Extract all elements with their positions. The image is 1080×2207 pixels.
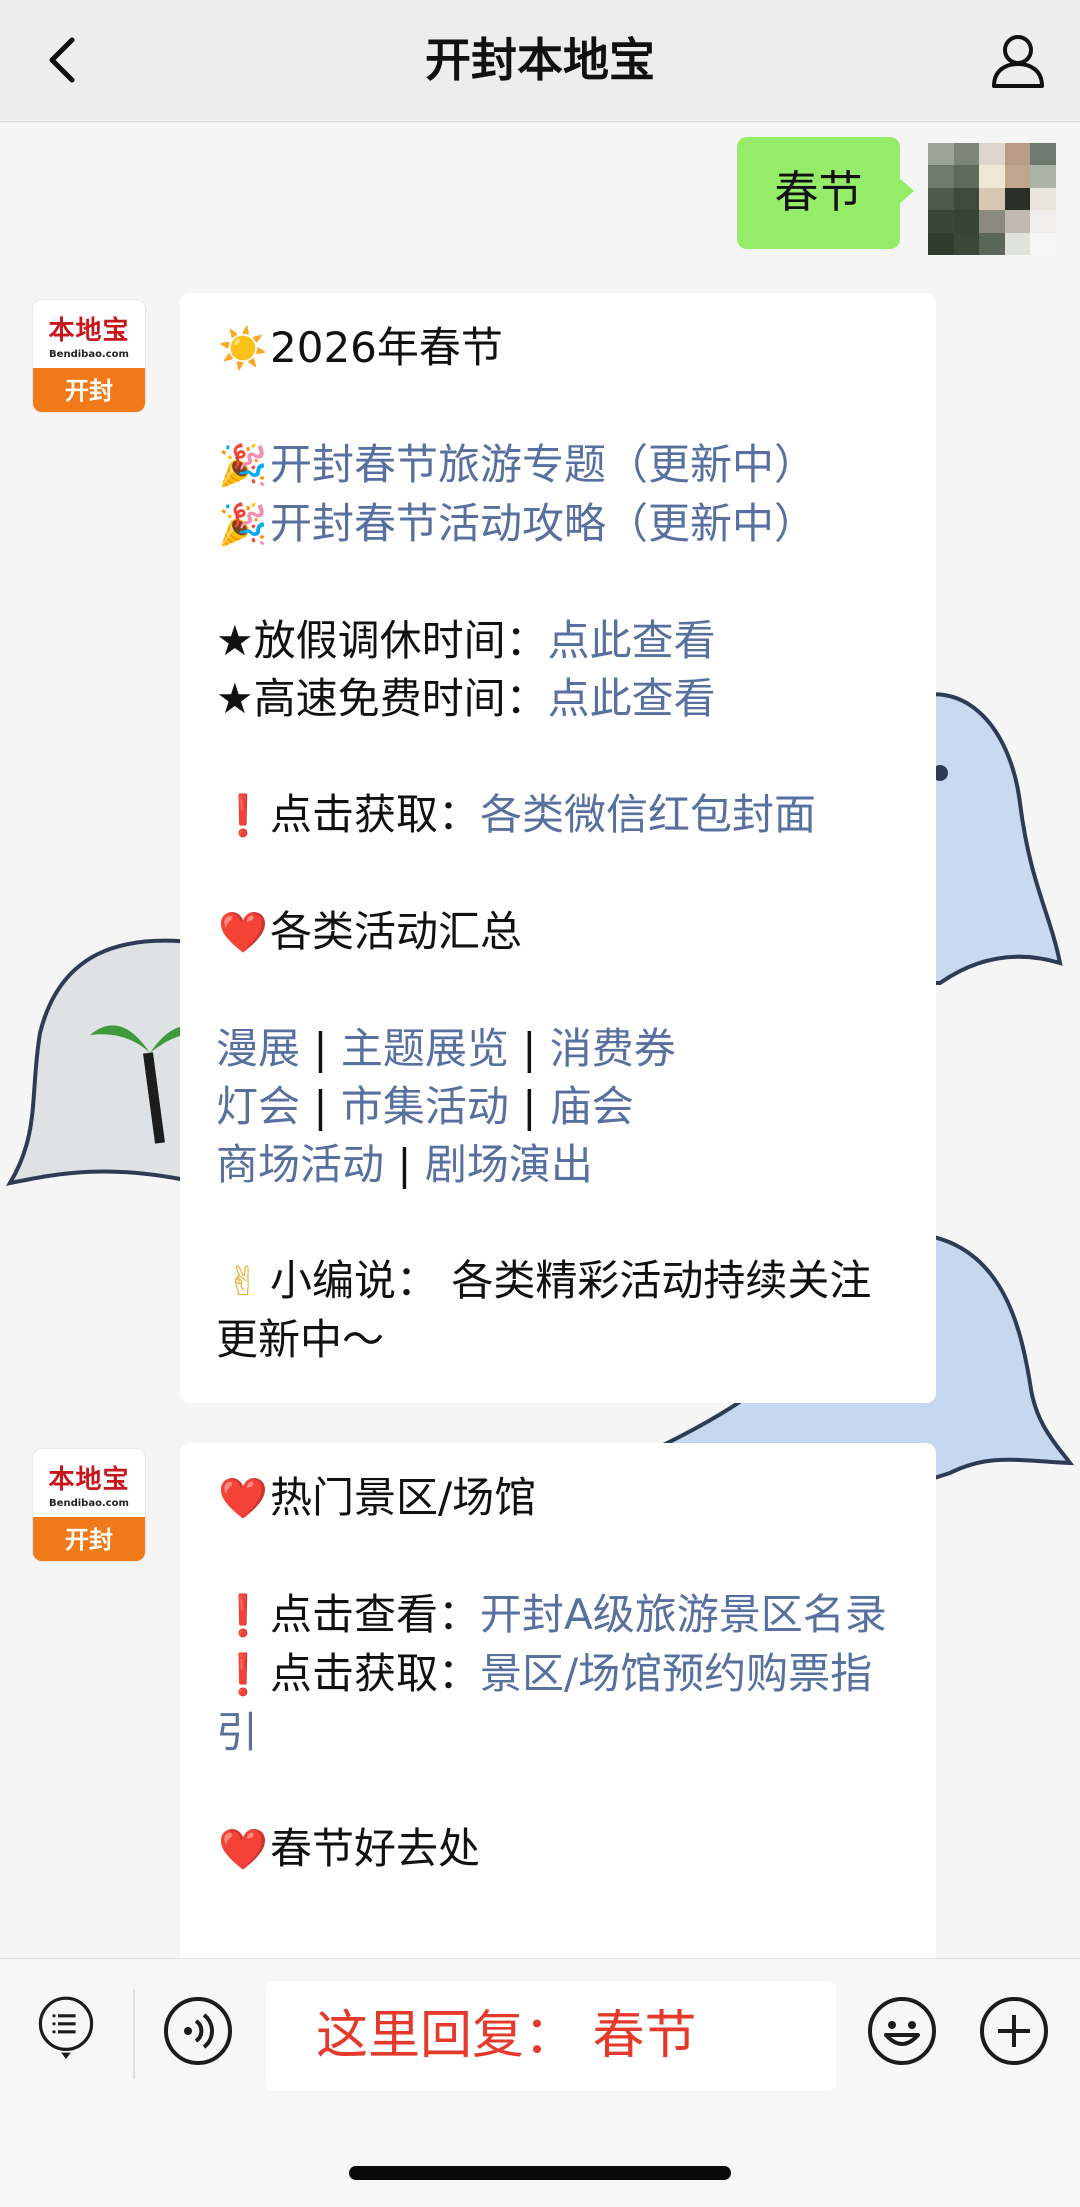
official-account-avatar[interactable]: 本地宝 Bendibao.com 开封: [32, 1448, 146, 1562]
avatar-brand: 本地宝: [48, 1465, 130, 1495]
avatar-city: 开封: [33, 1517, 145, 1561]
victory-hand-icon: ✌: [226, 1259, 260, 1305]
separator: |: [313, 1082, 328, 1131]
chat-area[interactable]: 春节 本地宝 Bendibao.com 开封 ☀️2026年春节 🎉开封春节旅游…: [0, 123, 1080, 1958]
outgoing-message-bubble: 春节: [737, 137, 914, 249]
tag-coupons[interactable]: 消费券: [550, 1024, 676, 1073]
star-icon: ★: [216, 616, 254, 665]
exclamation-icon: ❗: [218, 793, 268, 839]
plus-icon[interactable]: [978, 1995, 1050, 2067]
page-title: 开封本地宝: [425, 33, 655, 87]
incoming-message-bubble: ❤️热门景区/场馆 ❗点击查看：开封A级旅游景区名录 ❗点击获取：景区/场馆预约…: [180, 1443, 936, 1958]
redpacket-label: 点击获取：: [270, 790, 481, 839]
tag-theme-exhibition[interactable]: 主题展览: [341, 1024, 509, 1073]
voice-input-icon[interactable]: [162, 1995, 234, 2067]
user-avatar[interactable]: [928, 143, 1056, 255]
sun-icon: ☀️: [218, 326, 268, 372]
message-title: 2026年春节: [270, 323, 503, 372]
heart-icon: ❤️: [218, 1476, 268, 1522]
heart-icon: ❤️: [218, 1827, 268, 1873]
party-popper-icon: 🎉: [218, 443, 268, 489]
scenic-list-link[interactable]: 开封A级旅游景区名录: [480, 1590, 887, 1639]
tag-mall-activities[interactable]: 商场活动: [216, 1140, 384, 1189]
tourism-topic-link[interactable]: 开封春节旅游专题（更新中）: [270, 440, 816, 489]
heart-icon: ❤️: [218, 910, 268, 956]
incoming-message-bubble: ☀️2026年春节 🎉开封春节旅游专题（更新中） 🎉开封春节活动攻略（更新中） …: [180, 293, 936, 1403]
good-places-title: 春节好去处: [270, 1824, 481, 1873]
avatar-logo-area: 本地宝 Bendibao.com: [33, 300, 145, 368]
tag-market[interactable]: 市集活动: [341, 1082, 509, 1131]
emoji-icon[interactable]: [866, 1995, 938, 2067]
holiday-link[interactable]: 点此查看: [548, 616, 716, 665]
hot-places-title: 热门景区/场馆: [270, 1473, 537, 1522]
separator: |: [522, 1024, 537, 1073]
avatar-city: 开封: [33, 368, 145, 412]
view-label: 点击查看：: [270, 1590, 481, 1639]
editor-note: 小编说： 各类精彩活动持续关注更新中～: [216, 1256, 872, 1364]
official-account-avatar[interactable]: 本地宝 Bendibao.com 开封: [32, 299, 146, 413]
top-bar: 开封本地宝: [0, 0, 1080, 122]
activity-guide-link[interactable]: 开封春节活动攻略（更新中）: [270, 499, 816, 548]
get-label: 点击获取：: [270, 1649, 481, 1698]
tag-comic-expo[interactable]: 漫展: [216, 1024, 300, 1073]
party-popper-icon: 🎉: [218, 502, 268, 548]
avatar-domain: Bendibao.com: [49, 1498, 129, 1509]
exclamation-icon: ❗: [218, 1652, 268, 1698]
message-input[interactable]: 这里回复： 春节: [266, 1981, 836, 2091]
tag-theater[interactable]: 剧场演出: [425, 1140, 593, 1189]
separator: |: [397, 1140, 412, 1189]
separator: |: [522, 1082, 537, 1131]
exclamation-icon: ❗: [218, 1593, 268, 1639]
redpacket-link[interactable]: 各类微信红包封面: [480, 790, 816, 839]
home-indicator[interactable]: [349, 2166, 731, 2180]
highway-link[interactable]: 点此查看: [548, 674, 716, 723]
holiday-label: 放假调休时间：: [253, 616, 548, 665]
menu-list-icon[interactable]: [30, 1995, 102, 2067]
avatar-logo-area: 本地宝 Bendibao.com: [33, 1449, 145, 1517]
avatar-domain: Bendibao.com: [49, 349, 129, 360]
separator: |: [313, 1024, 328, 1073]
avatar-brand: 本地宝: [48, 316, 130, 346]
tag-temple-fair[interactable]: 庙会: [550, 1082, 634, 1131]
highway-label: 高速免费时间：: [253, 674, 548, 723]
tag-lantern-show[interactable]: 灯会: [216, 1082, 300, 1131]
activities-title: 各类活动汇总: [270, 907, 523, 956]
divider: [133, 1989, 135, 2079]
star-icon: ★: [216, 674, 254, 723]
whale-drawing-left: [5, 938, 200, 1186]
profile-icon[interactable]: [986, 28, 1050, 92]
